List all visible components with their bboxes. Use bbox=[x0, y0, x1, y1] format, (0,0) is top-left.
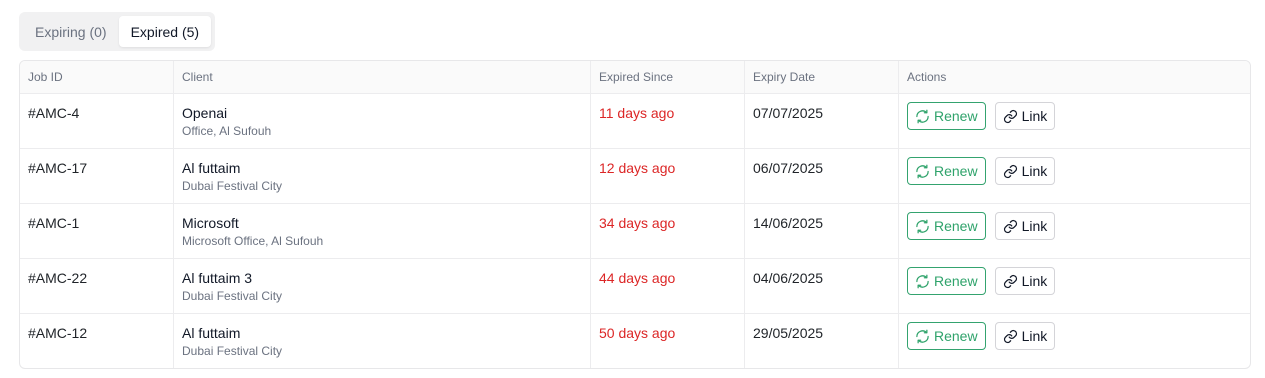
client-name: Al futtaim bbox=[182, 325, 241, 341]
link-label: Link bbox=[1021, 163, 1048, 179]
renew-label: Renew bbox=[934, 108, 978, 124]
table-row: #AMC-17 Al futtaim Dubai Festival City 1… bbox=[20, 149, 1250, 204]
expired-since: 11 days ago bbox=[599, 105, 675, 121]
client-location: Dubai Festival City bbox=[182, 179, 283, 193]
link-icon bbox=[1003, 109, 1018, 124]
table-row: #AMC-22 Al futtaim 3 Dubai Festival City… bbox=[20, 259, 1250, 314]
renew-button[interactable]: Renew bbox=[907, 102, 986, 130]
link-icon bbox=[1003, 164, 1018, 179]
job-id: #AMC-17 bbox=[28, 160, 88, 176]
tab-bar: Expiring (0) Expired (5) bbox=[19, 12, 215, 51]
header-expired-since: Expired Since bbox=[591, 61, 745, 93]
refresh-icon bbox=[915, 109, 930, 124]
header-actions: Actions bbox=[907, 70, 947, 84]
tab-expired[interactable]: Expired (5) bbox=[118, 16, 212, 47]
link-label: Link bbox=[1021, 273, 1048, 289]
renew-label: Renew bbox=[934, 163, 978, 179]
expired-since: 12 days ago bbox=[599, 160, 676, 176]
link-button[interactable]: Link bbox=[994, 212, 1056, 240]
client-location: Microsoft Office, Al Sufouh bbox=[182, 234, 324, 248]
table-row: #AMC-4 Openai Office, Al Sufouh 11 days … bbox=[20, 94, 1250, 149]
expired-table: Job ID Client Expired Since Expiry Date … bbox=[19, 60, 1251, 369]
link-icon bbox=[1003, 219, 1018, 234]
renew-button[interactable]: Renew bbox=[907, 322, 986, 350]
expiry-date: 04/06/2025 bbox=[753, 270, 824, 286]
refresh-icon bbox=[915, 274, 930, 289]
refresh-icon bbox=[915, 164, 930, 179]
tab-expiring[interactable]: Expiring (0) bbox=[23, 16, 119, 47]
header-expiry-date: Expiry Date bbox=[745, 61, 899, 93]
job-id: #AMC-4 bbox=[28, 105, 80, 121]
link-label: Link bbox=[1021, 108, 1048, 124]
renew-button[interactable]: Renew bbox=[907, 267, 986, 295]
table-row: #AMC-1 Microsoft Microsoft Office, Al Su… bbox=[20, 204, 1250, 259]
expired-since: 34 days ago bbox=[599, 215, 676, 231]
expiry-date: 07/07/2025 bbox=[753, 105, 824, 121]
renew-label: Renew bbox=[934, 273, 978, 289]
client-name: Al futtaim bbox=[182, 160, 241, 176]
client-location: Dubai Festival City bbox=[182, 344, 283, 358]
job-id: #AMC-1 bbox=[28, 215, 80, 231]
link-button[interactable]: Link bbox=[994, 322, 1056, 350]
client-name: Microsoft bbox=[182, 215, 239, 231]
expired-since: 50 days ago bbox=[599, 325, 676, 341]
link-icon bbox=[1003, 274, 1018, 289]
renew-button[interactable]: Renew bbox=[907, 212, 986, 240]
client-name: Openai bbox=[182, 105, 228, 121]
page: Expiring (0) Expired (5) Job ID Client E… bbox=[0, 0, 1265, 378]
expired-since: 44 days ago bbox=[599, 270, 676, 286]
expiry-date: 06/07/2025 bbox=[753, 160, 824, 176]
link-label: Link bbox=[1021, 328, 1048, 344]
expiry-date: 29/05/2025 bbox=[753, 325, 824, 341]
table-header-row: Job ID Client Expired Since Expiry Date … bbox=[20, 61, 1250, 94]
renew-button[interactable]: Renew bbox=[907, 157, 986, 185]
renew-label: Renew bbox=[934, 218, 978, 234]
header-job-id: Job ID bbox=[20, 61, 174, 93]
header-client: Client bbox=[174, 61, 591, 93]
link-button[interactable]: Link bbox=[994, 157, 1056, 185]
expiry-date: 14/06/2025 bbox=[753, 215, 824, 231]
client-location: Dubai Festival City bbox=[182, 289, 283, 303]
link-button[interactable]: Link bbox=[994, 267, 1056, 295]
table-row: #AMC-12 Al futtaim Dubai Festival City 5… bbox=[20, 314, 1250, 368]
job-id: #AMC-12 bbox=[28, 325, 88, 341]
renew-label: Renew bbox=[934, 328, 978, 344]
job-id: #AMC-22 bbox=[28, 270, 88, 286]
refresh-icon bbox=[915, 219, 930, 234]
link-icon bbox=[1003, 329, 1018, 344]
refresh-icon bbox=[915, 329, 930, 344]
link-label: Link bbox=[1021, 218, 1048, 234]
client-location: Office, Al Sufouh bbox=[182, 124, 272, 138]
client-name: Al futtaim 3 bbox=[182, 270, 253, 286]
link-button[interactable]: Link bbox=[994, 102, 1056, 130]
